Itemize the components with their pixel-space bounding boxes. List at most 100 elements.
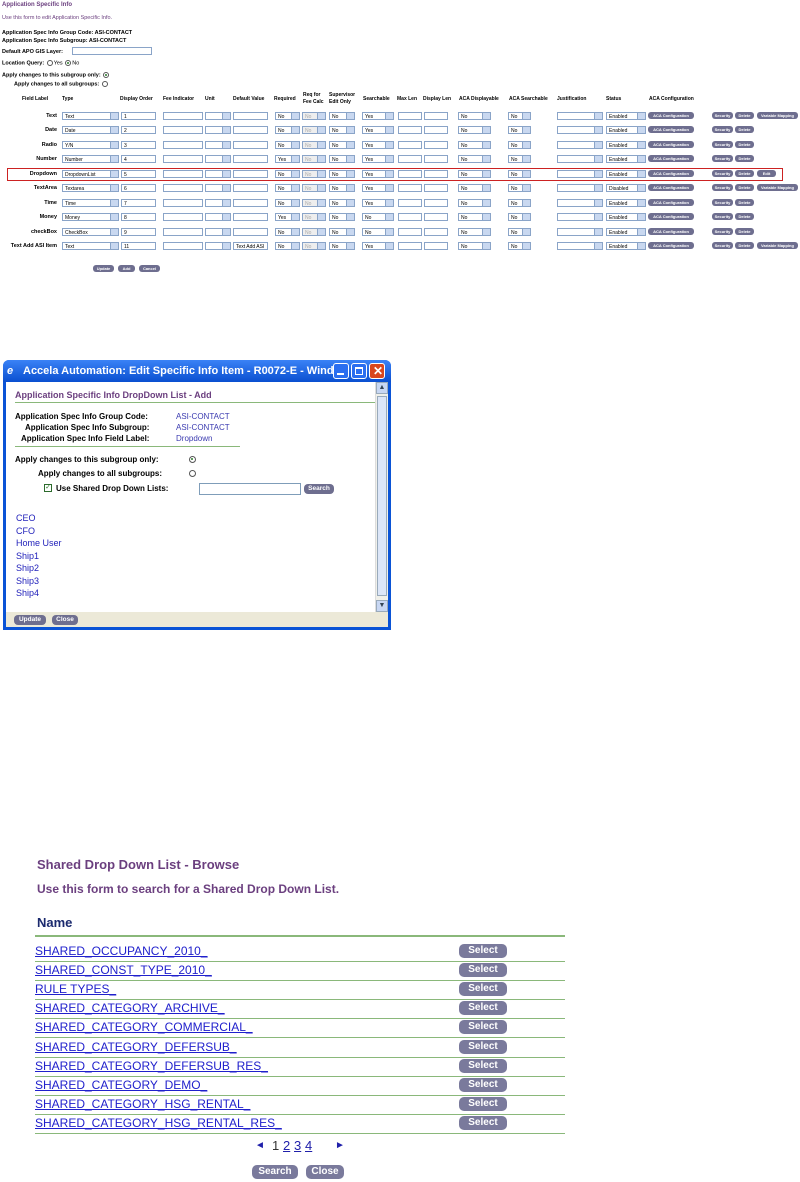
select-button[interactable]: Select <box>459 1001 507 1016</box>
supervisor-select[interactable]: No <box>329 155 355 163</box>
aca-displayable-select[interactable]: No <box>458 213 491 221</box>
default-value-input[interactable] <box>233 155 268 163</box>
searchable-select[interactable]: Yes <box>362 199 394 207</box>
req-fee-select[interactable]: No <box>302 199 326 207</box>
delete-button[interactable]: Delete <box>735 155 754 162</box>
aca-searchable-select[interactable]: No <box>508 199 531 207</box>
next-page-icon[interactable]: ► <box>335 1140 345 1151</box>
searchable-select[interactable]: Yes <box>362 184 394 192</box>
shared-list-link[interactable]: SHARED_CATEGORY_HSG_RENTAL_RES_ <box>35 1116 282 1130</box>
dropdown-list-item[interactable]: Ship1 <box>16 551 39 561</box>
justification-select[interactable] <box>557 184 603 192</box>
type-select[interactable]: Money <box>62 213 119 221</box>
delete-button[interactable]: Delete <box>735 112 754 119</box>
aca-displayable-select[interactable]: No <box>458 199 491 207</box>
aca-displayable-select[interactable]: No <box>458 112 491 120</box>
searchable-select[interactable]: Yes <box>362 126 394 134</box>
dropdown-list-item[interactable]: Ship2 <box>16 563 39 573</box>
display-order-input[interactable]: 9 <box>121 228 156 236</box>
aca-searchable-select[interactable]: No <box>508 184 531 192</box>
searchable-select[interactable]: Yes <box>362 112 394 120</box>
type-select[interactable]: Text <box>62 112 119 120</box>
default-value-input[interactable] <box>233 184 268 192</box>
aca-configuration-button[interactable]: ACA Configuration <box>648 184 694 191</box>
page-link-4[interactable]: 4 <box>305 1138 312 1153</box>
unit-select[interactable] <box>205 155 231 163</box>
display-len-input[interactable] <box>424 184 448 192</box>
delete-button[interactable]: Delete <box>735 242 754 249</box>
aca-displayable-select[interactable]: No <box>458 184 491 192</box>
shared-list-link[interactable]: SHARED_CATEGORY_ARCHIVE_ <box>35 1001 225 1015</box>
display-len-input[interactable] <box>424 155 448 163</box>
display-order-input[interactable]: 6 <box>121 184 156 192</box>
status-select[interactable]: Enabled <box>606 242 646 250</box>
shared-list-link[interactable]: SHARED_CATEGORY_HSG_RENTAL_ <box>35 1097 250 1111</box>
default-value-input[interactable] <box>233 141 268 149</box>
unit-select[interactable] <box>205 242 231 250</box>
fee-indicator-input[interactable] <box>163 228 203 236</box>
aca-configuration-button[interactable]: ACA Configuration <box>648 199 694 206</box>
shared-list-search-input[interactable] <box>199 483 301 495</box>
searchable-select[interactable]: Yes <box>362 141 394 149</box>
select-button[interactable]: Select <box>459 963 507 978</box>
aca-displayable-select[interactable]: No <box>458 126 491 134</box>
delete-button[interactable]: Delete <box>735 228 754 235</box>
dialog-update-button[interactable]: Update <box>14 615 46 625</box>
fee-indicator-input[interactable] <box>163 126 203 134</box>
unit-select[interactable] <box>205 112 231 120</box>
security-button[interactable]: Security <box>712 141 733 148</box>
shared-list-link[interactable]: SHARED_CATEGORY_COMMERCIAL_ <box>35 1020 253 1034</box>
default-value-input[interactable] <box>233 213 268 221</box>
fee-indicator-input[interactable] <box>163 184 203 192</box>
default-value-input[interactable]: Text Add ASI <box>233 242 268 250</box>
justification-select[interactable] <box>557 228 603 236</box>
searchable-select[interactable]: Yes <box>362 242 394 250</box>
dialog-search-button[interactable]: Search <box>304 484 334 494</box>
select-button[interactable]: Select <box>459 1115 507 1130</box>
select-button[interactable]: Select <box>459 1077 507 1092</box>
aca-searchable-select[interactable]: No <box>508 242 531 250</box>
dialog-apply-subgroup-radio[interactable] <box>189 456 196 463</box>
required-select[interactable]: No <box>275 141 300 149</box>
aca-displayable-select[interactable]: No <box>458 228 491 236</box>
aca-configuration-button[interactable]: ACA Configuration <box>648 228 694 235</box>
display-order-input[interactable]: 8 <box>121 213 156 221</box>
aca-configuration-button[interactable]: ACA Configuration <box>648 112 694 119</box>
aca-searchable-select[interactable]: No <box>508 155 531 163</box>
required-select[interactable]: No <box>275 228 300 236</box>
required-select[interactable]: Yes <box>275 213 300 221</box>
delete-button[interactable]: Delete <box>735 141 754 148</box>
justification-select[interactable] <box>557 155 603 163</box>
unit-select[interactable] <box>205 213 231 221</box>
status-select[interactable]: Enabled <box>606 112 646 120</box>
aca-searchable-select[interactable]: No <box>508 112 531 120</box>
delete-button[interactable]: Delete <box>735 199 754 206</box>
select-button[interactable]: Select <box>459 1039 507 1054</box>
req-fee-select[interactable]: No <box>302 242 326 250</box>
location-no-radio[interactable] <box>65 60 72 66</box>
security-button[interactable]: Security <box>712 155 733 162</box>
supervisor-select[interactable]: No <box>329 242 355 250</box>
dropdown-list-item[interactable]: CEO <box>16 513 36 523</box>
status-select[interactable]: Enabled <box>606 126 646 134</box>
close-window-button[interactable]: ✕ <box>369 363 385 379</box>
aca-displayable-select[interactable]: No <box>458 242 491 250</box>
type-select[interactable]: Number <box>62 155 119 163</box>
max-len-input[interactable] <box>398 228 422 236</box>
max-len-input[interactable] <box>398 199 422 207</box>
security-button[interactable]: Security <box>712 213 733 220</box>
supervisor-select[interactable]: No <box>329 126 355 134</box>
required-select[interactable]: Yes <box>275 155 300 163</box>
prev-page-icon[interactable]: ◄ <box>255 1140 265 1151</box>
unit-select[interactable] <box>205 228 231 236</box>
display-order-input[interactable]: 4 <box>121 155 156 163</box>
searchable-select[interactable]: Yes <box>362 155 394 163</box>
req-fee-select[interactable]: No <box>302 213 326 221</box>
justification-select[interactable] <box>557 242 603 250</box>
aca-configuration-button[interactable]: ACA Configuration <box>648 155 694 162</box>
required-select[interactable]: No <box>275 199 300 207</box>
unit-select[interactable] <box>205 141 231 149</box>
display-len-input[interactable] <box>424 213 448 221</box>
delete-button[interactable]: Delete <box>735 213 754 220</box>
select-button[interactable]: Select <box>459 982 507 997</box>
